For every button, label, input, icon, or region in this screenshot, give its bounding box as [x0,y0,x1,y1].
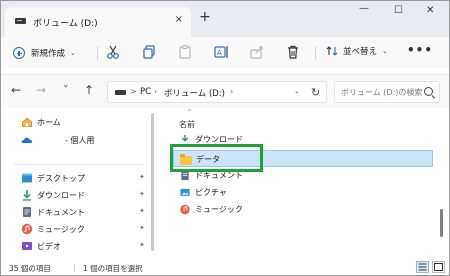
content-scrollbar[interactable] [440,209,443,237]
new-button-label: 新規作成 [31,49,66,59]
list-item-label: ミュージック [195,205,243,214]
breadcrumb-pc[interactable]: PC [140,87,151,97]
tiles-view-button[interactable] [432,261,445,273]
tab-volume-d[interactable]: ボリューム (D:) × [5,7,191,37]
divider [97,46,98,60]
status-bar: 35 個の項目 | 1 個の項目を選択 [1,259,449,275]
drive-icon [115,90,126,95]
sort-arrow-icon: ^ [187,109,193,116]
list-item-label: ピクチャ [195,188,227,197]
sidebar-item-home[interactable]: ホーム [1,113,153,131]
tiles-view-icon [434,263,443,271]
command-bar: 新規作成 ⌄ A 並べ替え ⌄ ••• [1,37,449,68]
sort-button-label: 並べ替え [343,47,378,57]
sort-button[interactable]: 並べ替え ⌄ [326,45,388,57]
divider [13,164,143,165]
navigation-pane: ホーム - 個人用 デスクトップ ✦ ダウンロード ✦ ドキュメント ✦ ミュー… [1,109,153,257]
sidebar-item-videos[interactable]: ビデオ ✦ [1,237,153,255]
breadcrumb-chevron: > [130,87,137,96]
plus-icon [13,47,25,59]
paste-icon[interactable] [177,44,193,60]
sidebar-scrollbar[interactable] [151,113,154,251]
music-icon [180,204,190,215]
file-list: ^ 名前 ダウンロード データ ドキュメント ピクチャ ミュージック [161,109,449,259]
new-tab-button[interactable]: + [199,10,211,24]
annotation-highlight-box [170,144,263,172]
sidebar-item-label: ダウンロード [37,191,85,200]
list-item[interactable]: ミュージック [173,201,433,218]
sidebar-item-label: ビデオ [37,242,61,251]
tab-close-button[interactable]: × [175,14,183,25]
sidebar-item-downloads[interactable]: ダウンロード ✦ [1,186,153,204]
delete-icon[interactable] [285,44,301,60]
forward-button[interactable]: → [36,84,46,96]
selected-count: 1 個の項目を選択 [83,264,143,273]
pin-icon[interactable]: ✦ [139,241,145,249]
pin-icon[interactable]: ✦ [139,173,145,181]
copy-icon[interactable] [141,44,157,60]
sidebar-item-label: ミュージック [37,225,85,234]
sidebar-item-music[interactable]: ミュージック ✦ [1,220,153,238]
address-bar[interactable]: > PC › ボリューム (D:) › ⌄ ↻ [107,81,327,103]
chevron-down-icon: ⌄ [382,47,388,55]
sidebar-item-label: ドキュメント [37,208,85,217]
sidebar-item-label: ホーム [37,118,61,127]
up-button[interactable]: ↑ [84,84,94,96]
search-icon [424,87,433,96]
back-button[interactable]: ← [11,84,21,96]
document-icon [23,207,31,217]
desktop-icon [22,173,32,183]
drive-icon [15,18,26,24]
column-header-name[interactable]: 名前 [179,119,195,130]
more-options-button[interactable]: ••• [407,43,433,57]
address-row: ← → ⌄ ↑ > PC › ボリューム (D:) › ⌄ ↻ ボリューム (D… [1,74,449,108]
status-divider: | [73,263,76,272]
share-icon[interactable] [249,44,265,60]
title-bar: ボリューム (D:) × + — ☐ ✕ [1,1,449,37]
cut-icon[interactable] [105,44,121,60]
sidebar-item-label: - 個人用 [65,136,95,145]
breadcrumb-separator: › [230,87,234,96]
chevron-down-icon: ⌄ [70,49,76,57]
sidebar-item-documents[interactable]: ドキュメント ✦ [1,203,153,221]
file-explorer-window: ボリューム (D:) × + — ☐ ✕ 新規作成 ⌄ A 並べ替え ⌄ •••… [0,0,450,276]
tab-title: ボリューム (D:) [33,19,98,29]
details-view-button[interactable] [416,261,429,273]
download-icon [181,135,189,142]
new-button[interactable]: 新規作成 ⌄ [13,45,76,61]
video-icon [22,242,32,250]
divider [315,46,316,60]
details-view-icon [418,263,427,271]
item-count: 35 個の項目 [9,264,51,273]
onedrive-icon [21,137,32,143]
recent-locations-button[interactable]: ⌄ [62,81,70,90]
download-icon [23,190,31,201]
pin-icon[interactable]: ✦ [139,224,145,232]
close-button[interactable]: ✕ [426,5,434,16]
sidebar-item-desktop[interactable]: デスクトップ ✦ [1,169,153,187]
search-placeholder: ボリューム (D:)の検索 [341,88,423,97]
search-box[interactable]: ボリューム (D:)の検索 [334,81,440,103]
sidebar-item-label: デスクトップ [37,174,85,183]
breadcrumb-volume[interactable]: ボリューム (D:) [164,87,225,99]
maximize-button[interactable]: ☐ [394,5,403,16]
minimize-button[interactable]: — [359,3,369,14]
sort-icon [326,46,338,56]
picture-icon [180,188,190,197]
rename-icon[interactable]: A [213,44,229,60]
svg-text:A: A [217,49,222,57]
sidebar-item-onedrive[interactable]: - 個人用 [1,131,153,149]
address-dropdown-icon[interactable]: ⌄ [294,87,300,95]
refresh-button[interactable]: ↻ [311,86,320,99]
music-icon [21,223,33,235]
list-item[interactable]: ピクチャ [173,184,433,201]
pin-icon[interactable]: ✦ [139,207,145,215]
pin-icon[interactable]: ✦ [139,190,145,198]
home-icon [22,117,32,127]
breadcrumb-separator: › [154,87,158,96]
